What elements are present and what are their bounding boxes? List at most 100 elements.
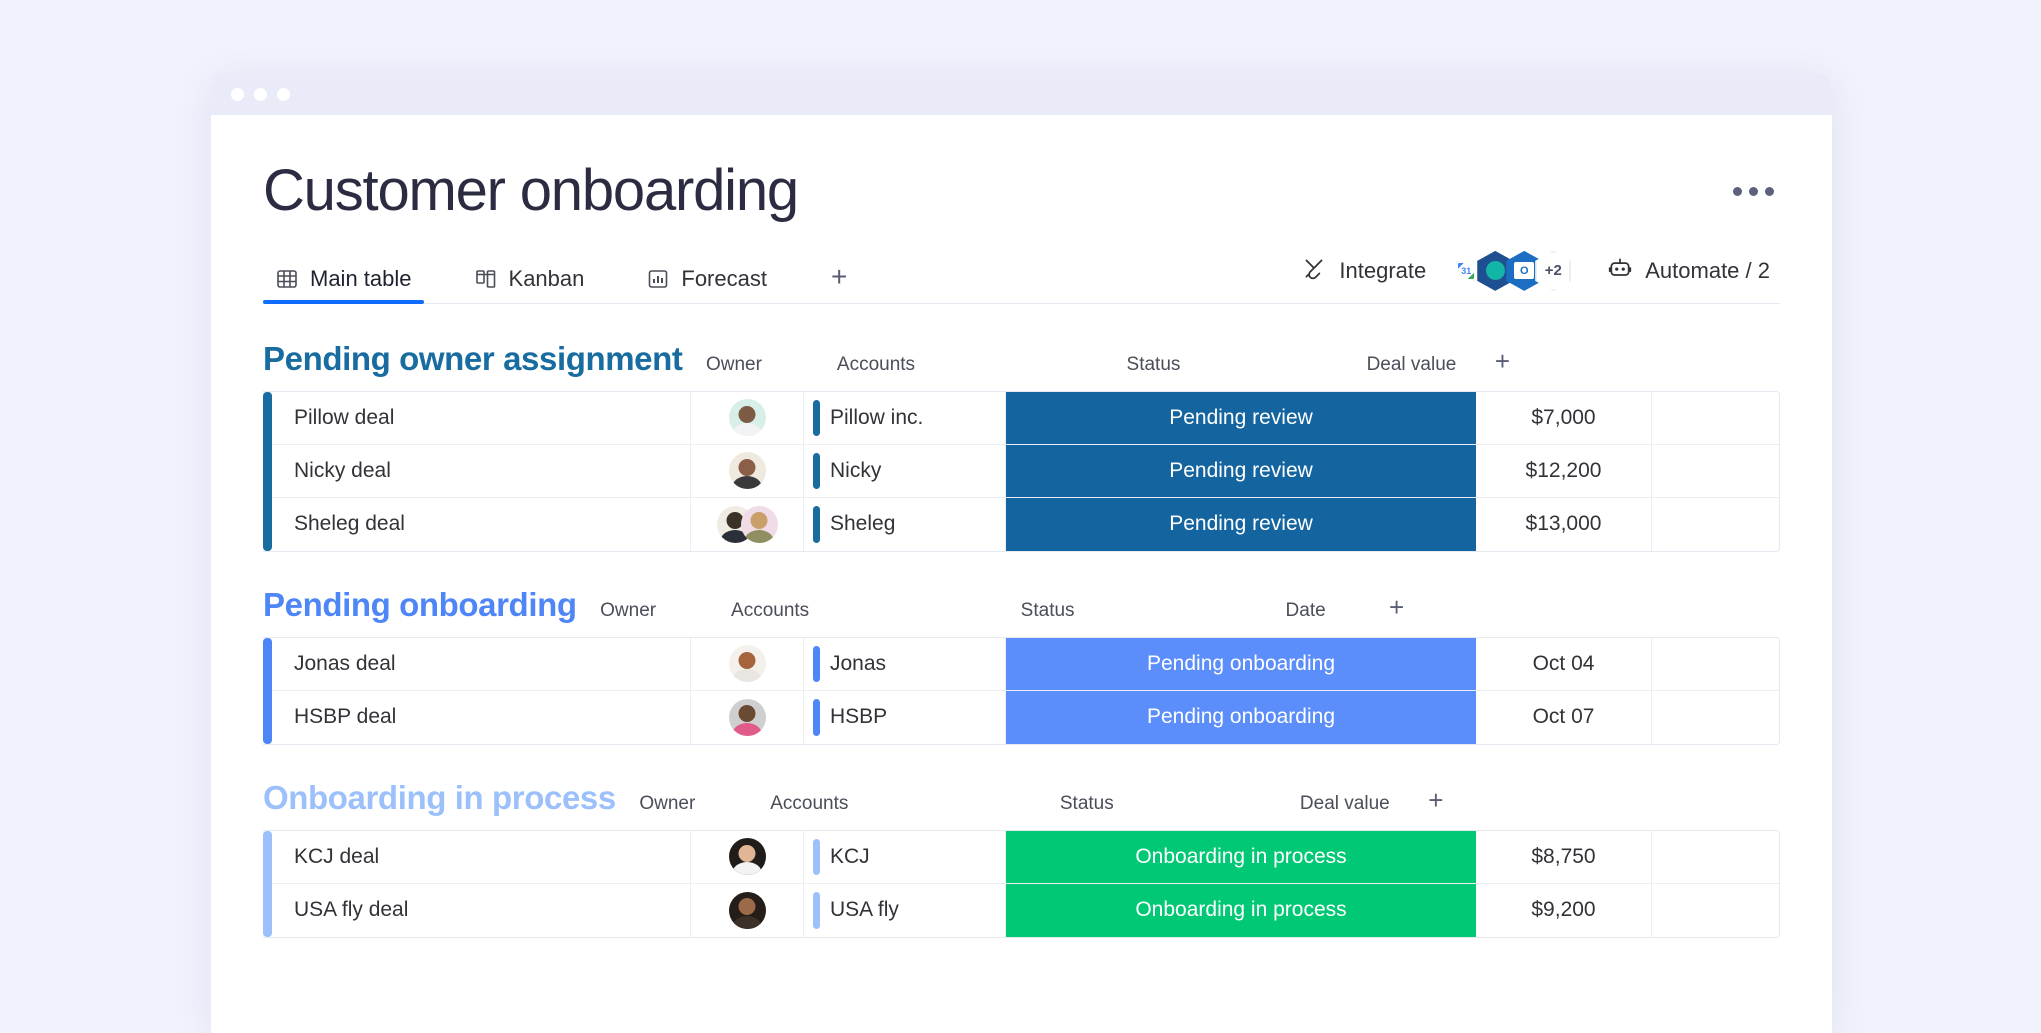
account-cell[interactable]: Jonas — [804, 637, 1006, 690]
tab-kanban[interactable]: Kanban — [462, 256, 597, 303]
column-headers: Owner Accounts Status Date + — [577, 592, 1780, 623]
avatar[interactable] — [728, 891, 766, 929]
board-header: Customer onboarding — [263, 115, 1780, 222]
avatar[interactable] — [728, 698, 766, 736]
add-column-button[interactable]: + — [1377, 592, 1417, 623]
outlook-glyph: O — [1514, 262, 1535, 280]
avatar[interactable] — [740, 505, 778, 543]
avatar-body — [732, 423, 762, 437]
owner-cell[interactable] — [691, 883, 804, 937]
board-group: Pending onboarding Owner Accounts Status Dat… — [263, 586, 1780, 745]
status-badge[interactable]: Pending review — [1006, 444, 1476, 497]
group-title[interactable]: Onboarding in process — [263, 779, 616, 817]
window-close-dot[interactable] — [231, 87, 244, 101]
avatar-body — [732, 722, 762, 736]
value-cell[interactable]: $13,000 — [1476, 497, 1652, 551]
account-cell[interactable]: Nicky — [804, 444, 1006, 497]
row-tail-cell — [1652, 831, 1779, 883]
status-badge[interactable]: Pending onboarding — [1006, 690, 1476, 744]
tab-kanban-label: Kanban — [508, 266, 585, 292]
group-table: KCJ deal KCJ Onboarding in process $8,750 US… — [263, 829, 1780, 938]
value-cell[interactable]: $8,750 — [1476, 830, 1652, 883]
row-tail-cell — [1652, 445, 1779, 497]
integration-chips[interactable]: O +2 — [1448, 250, 1572, 291]
avatar-group — [728, 698, 766, 736]
table-row[interactable]: Jonas deal Jonas Pending onboarding Oct 04 — [263, 637, 1779, 691]
status-badge[interactable]: Pending review — [1006, 497, 1476, 551]
tab-forecast[interactable]: Forecast — [634, 256, 779, 303]
more-integrations-badge[interactable]: +2 — [1535, 250, 1572, 291]
account-accent-bar — [813, 452, 820, 489]
status-badge[interactable]: Onboarding in process — [1006, 883, 1476, 937]
avatar-head — [738, 651, 756, 669]
row-name-cell[interactable]: Sheleg deal — [263, 497, 691, 551]
table-row[interactable]: Pillow deal Pillow inc. Pending review $7,0… — [263, 391, 1779, 445]
avatar[interactable] — [728, 645, 766, 683]
owner-cell[interactable] — [691, 690, 804, 744]
owner-cell[interactable] — [691, 497, 804, 551]
account-cell[interactable]: KCJ — [804, 830, 1006, 883]
group-title[interactable]: Pending onboarding — [263, 586, 577, 624]
account-cell[interactable]: USA fly — [804, 883, 1006, 937]
status-badge[interactable]: Pending onboarding — [1006, 637, 1476, 690]
table-row[interactable]: USA fly deal USA fly Onboarding in process… — [263, 883, 1779, 937]
value-cell[interactable]: $9,200 — [1476, 883, 1652, 937]
avatar-body — [732, 669, 762, 683]
column-header-status: Status — [1020, 599, 1075, 621]
window-maximize-dot[interactable] — [277, 87, 290, 101]
owner-cell[interactable] — [691, 444, 804, 497]
account-label: USA fly — [830, 898, 899, 922]
table-row[interactable]: KCJ deal KCJ Onboarding in process $8,750 — [263, 830, 1779, 884]
column-headers: Owner Accounts Status Deal value + — [682, 346, 1780, 377]
board-content: Customer onboarding Main table Kanban Fo… — [211, 115, 1832, 938]
account-label: Jonas — [830, 651, 887, 675]
account-cell[interactable]: HSBP — [804, 690, 1006, 744]
row-name-cell[interactable]: Nicky deal — [263, 444, 691, 497]
avatar[interactable] — [728, 452, 766, 490]
avatar[interactable] — [728, 838, 766, 876]
add-view-button[interactable]: + — [817, 262, 861, 303]
row-tail-cell — [1652, 392, 1779, 444]
column-header-accounts: Accounts — [836, 353, 916, 375]
integrate-button[interactable]: Integrate — [1291, 255, 1436, 287]
status-badge[interactable]: Pending review — [1006, 391, 1476, 444]
window-minimize-dot[interactable] — [254, 87, 267, 101]
account-label: KCJ — [830, 844, 870, 868]
board-overflow-menu-button[interactable] — [1727, 177, 1780, 206]
account-accent-bar — [813, 505, 820, 543]
group-title[interactable]: Pending owner assignment — [263, 340, 683, 378]
column-header-last: Deal value — [1366, 353, 1457, 375]
view-tabbar: Main table Kanban Forecast + Integrate 3… — [263, 250, 1780, 304]
row-name-cell[interactable]: USA fly deal — [263, 883, 691, 937]
row-name-cell[interactable]: HSBP deal — [263, 690, 691, 744]
status-badge[interactable]: Onboarding in process — [1006, 830, 1476, 883]
tab-main-table[interactable]: Main table — [263, 256, 424, 304]
account-accent-bar — [813, 891, 820, 929]
owner-cell[interactable] — [691, 637, 804, 690]
board-group: Onboarding in process Owner Accounts Status… — [263, 779, 1780, 938]
owner-cell[interactable] — [691, 391, 804, 444]
value-cell[interactable]: Oct 07 — [1476, 690, 1652, 744]
add-column-button[interactable]: + — [1482, 346, 1522, 377]
row-name-cell[interactable]: KCJ deal — [263, 830, 691, 883]
account-cell[interactable]: Pillow inc. — [804, 391, 1006, 444]
owner-cell[interactable] — [691, 830, 804, 883]
account-cell[interactable]: Sheleg — [804, 497, 1006, 551]
page-title: Customer onboarding — [263, 158, 799, 223]
group-table: Jonas deal Jonas Pending onboarding Oct 04 H… — [263, 636, 1780, 745]
value-cell[interactable]: $7,000 — [1476, 391, 1652, 444]
add-column-button[interactable]: + — [1416, 785, 1456, 816]
row-name-cell[interactable]: Jonas deal — [263, 637, 691, 690]
plug-icon — [1301, 255, 1327, 287]
table-row[interactable]: HSBP deal HSBP Pending onboarding Oct 07 — [263, 690, 1779, 744]
app-window: Customer onboarding Main table Kanban Fo… — [211, 73, 1832, 1033]
table-row[interactable]: Nicky deal Nicky Pending review $12,200 — [263, 444, 1779, 498]
value-cell[interactable]: $12,200 — [1476, 444, 1652, 497]
column-header-status: Status — [1126, 353, 1181, 375]
avatar-head — [750, 512, 768, 530]
avatar[interactable] — [728, 399, 766, 437]
automate-button[interactable]: Automate / 2 — [1597, 255, 1780, 287]
table-row[interactable]: Sheleg deal Sheleg Pending review $13,000 — [263, 497, 1779, 551]
value-cell[interactable]: Oct 04 — [1476, 637, 1652, 690]
row-name-cell[interactable]: Pillow deal — [263, 391, 691, 444]
